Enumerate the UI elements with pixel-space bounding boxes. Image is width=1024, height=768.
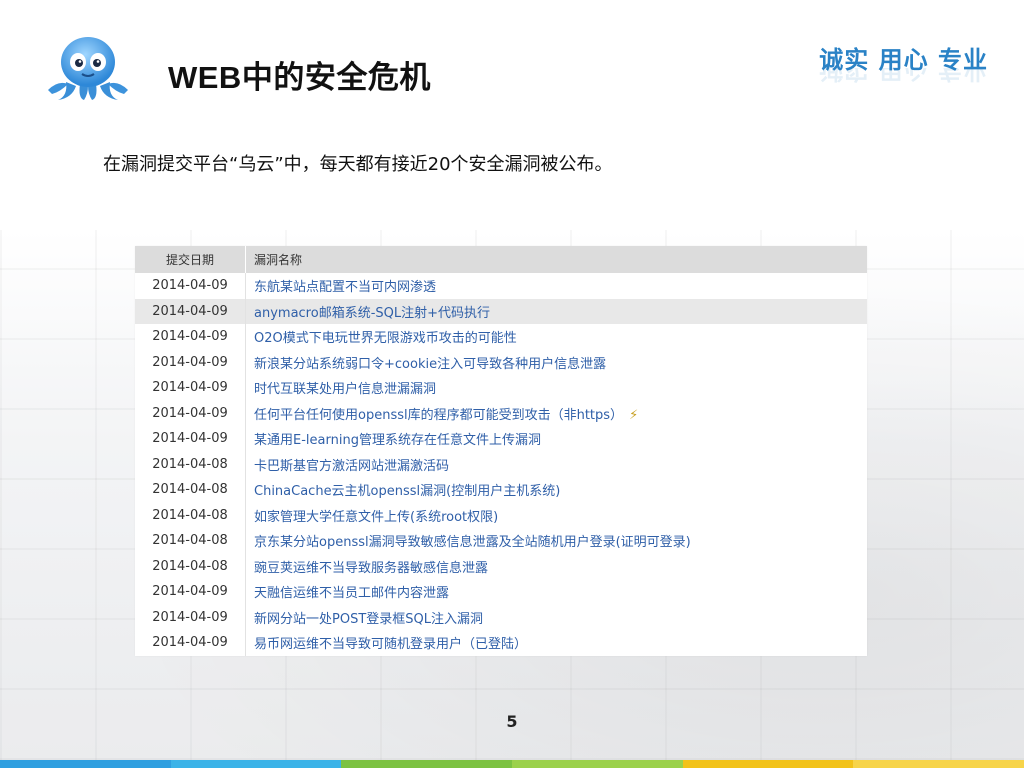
table-row: 2014-04-09 新浪某分站系统弱口令+cookie注入可导致各种用户信息泄露 — [135, 349, 868, 376]
vulnerability-link[interactable]: 豌豆荚运维不当导致服务器敏感信息泄露 — [246, 554, 868, 580]
vulnerability-title: 新浪某分站系统弱口令+cookie注入可导致各种用户信息泄露 — [254, 356, 607, 372]
vulnerability-title: 天融信运维不当员工邮件内容泄露 — [254, 586, 450, 602]
table-row: 2014-04-09 东航某站点配置不当可内网渗透 — [135, 273, 867, 299]
bottom-color-bar — [0, 760, 1024, 768]
page-title: WEB中的安全危机 — [168, 60, 431, 95]
vulnerability-table: 提交日期 漏洞名称 2014-04-09 东航某站点配置不当可内网渗透 2014-0… — [135, 246, 867, 656]
vulnerability-link[interactable]: 卡巴斯基官方激活网站泄漏激活码 — [246, 452, 868, 478]
vulnerability-title: 如家管理大学任意文件上传(系统root权限) — [254, 509, 499, 525]
row-date: 2014-04-08 — [135, 502, 246, 528]
table-row: 2014-04-09 anymacro邮箱系统-SQL注射+代码执行 — [135, 298, 867, 324]
vulnerability-title: 某通用E-learning管理系统存在任意文件上传漏洞 — [254, 433, 541, 449]
table-row: 2014-04-09 O2O模式下电玩世界无限游戏币攻击的可能性 — [135, 324, 867, 350]
vulnerability-link[interactable]: 时代互联某处用户信息泄漏漏洞 — [246, 375, 868, 401]
lightning-icon: ⚡ — [629, 407, 639, 423]
vulnerability-title: 豌豆荚运维不当导致服务器敏感信息泄露 — [254, 560, 489, 576]
table-row: 2014-04-08 京东某分站openssl漏洞导致敏感信息泄露及全站随机用户登… — [135, 528, 867, 554]
page-number: 5 — [506, 712, 518, 731]
row-date: 2014-04-09 — [135, 426, 246, 452]
vulnerability-title: 时代互联某处用户信息泄漏漏洞 — [254, 382, 437, 398]
vulnerability-link[interactable]: 新浪某分站系统弱口令+cookie注入可导致各种用户信息泄露 — [246, 350, 868, 376]
table-row: 2014-04-09 时代互联某处用户信息泄漏漏洞 — [135, 375, 867, 401]
bar-segment — [682, 760, 854, 768]
row-date: 2014-04-09 — [135, 324, 246, 350]
bar-segment — [170, 760, 342, 768]
column-header-date: 提交日期 — [135, 246, 246, 273]
row-date: 2014-04-09 — [135, 273, 246, 299]
vulnerability-title: 卡巴斯基官方激活网站泄漏激活码 — [254, 458, 450, 474]
vulnerability-title: 新网分站一处POST登录框SQL注入漏洞 — [254, 611, 483, 627]
table-row: 2014-04-08 卡巴斯基官方激活网站泄漏激活码 — [135, 451, 868, 478]
table-row: 2014-04-08 如家管理大学任意文件上传(系统root权限) — [135, 502, 868, 529]
description-text: 在漏洞提交平台“乌云”中，每天都有接近20个安全漏洞被公布。 — [103, 154, 613, 175]
vulnerability-title: 京东某分站openssl漏洞导致敏感信息泄露及全站随机用户登录(证明可登录) — [254, 535, 691, 551]
vulnerability-link[interactable]: 某通用E-learning管理系统存在任意文件上传漏洞 — [246, 426, 868, 452]
vulnerability-link[interactable]: 东航某站点配置不当可内网渗透 — [246, 273, 868, 299]
vulnerability-title: ChinaCache云主机openssl漏洞(控制用户主机系统) — [254, 484, 561, 500]
vulnerability-link[interactable]: 新网分站一处POST登录框SQL注入漏洞 — [246, 605, 868, 631]
row-date: 2014-04-08 — [135, 477, 246, 503]
vulnerability-title: O2O模式下电玩世界无限游戏币攻击的可能性 — [254, 331, 517, 347]
table-row: 2014-04-09 某通用E-learning管理系统存在任意文件上传漏洞 — [135, 426, 867, 452]
bar-segment — [512, 760, 683, 768]
vulnerability-link[interactable]: 如家管理大学任意文件上传(系统root权限) — [246, 503, 868, 529]
table-row: 2014-04-08 豌豆荚运维不当导致服务器敏感信息泄露 — [135, 553, 868, 580]
vulnerability-link[interactable]: 易币网运维不当导致可随机登录用户（已登陆） — [246, 630, 868, 656]
row-date: 2014-04-08 — [135, 528, 246, 554]
vulnerability-link[interactable]: anymacro邮箱系统-SQL注射+代码执行 — [245, 298, 867, 324]
vulnerability-link[interactable]: ChinaCache云主机openssl漏洞(控制用户主机系统) — [246, 477, 868, 503]
table-row: 2014-04-09 天融信运维不当员工邮件内容泄露 — [135, 579, 867, 605]
table-row: 2014-04-09 新网分站一处POST登录框SQL注入漏洞 — [135, 604, 868, 631]
vulnerability-title: 易币网运维不当导致可随机登录用户（已登陆） — [254, 637, 528, 653]
vulnerability-title: anymacro邮箱系统-SQL注射+代码执行 — [254, 305, 490, 321]
vulnerability-title: 任何平台任何使用openssl库的程序都可能受到攻击（非https） — [254, 407, 624, 423]
row-date: 2014-04-09 — [135, 604, 246, 630]
vulnerability-link[interactable]: O2O模式下电玩世界无限游戏币攻击的可能性 — [246, 324, 868, 350]
row-date: 2014-04-08 — [135, 451, 246, 477]
vulnerability-link[interactable]: 任何平台任何使用openssl库的程序都可能受到攻击（非https） ⚡ — [246, 401, 868, 427]
row-date: 2014-04-09 — [135, 349, 246, 375]
table-row: 2014-04-08 ChinaCache云主机openssl漏洞(控制用户主机系… — [135, 477, 867, 503]
vulnerability-title: 东航某站点配置不当可内网渗透 — [254, 280, 437, 296]
vulnerability-link[interactable]: 天融信运维不当员工邮件内容泄露 — [246, 579, 868, 605]
table-header-row: 提交日期 漏洞名称 — [135, 246, 867, 273]
bar-segment — [0, 760, 171, 768]
row-date: 2014-04-09 — [135, 630, 246, 656]
table-row: 2014-04-09 易币网运维不当导致可随机登录用户（已登陆） — [135, 630, 867, 656]
slogan-reflection: 诚实 用心 专业 — [819, 68, 988, 84]
column-header-name: 漏洞名称 — [245, 246, 867, 273]
octopus-mascot-icon — [48, 37, 128, 100]
bar-segment — [341, 760, 513, 768]
bar-segment — [853, 760, 1024, 768]
row-date: 2014-04-09 — [135, 298, 246, 324]
row-date: 2014-04-08 — [135, 553, 246, 579]
table-row: 2014-04-09 任何平台任何使用openssl库的程序都可能受到攻击（非ht… — [135, 400, 868, 427]
row-date: 2014-04-09 — [135, 375, 246, 401]
row-date: 2014-04-09 — [135, 400, 246, 426]
vulnerability-link[interactable]: 京东某分站openssl漏洞导致敏感信息泄露及全站随机用户登录(证明可登录) — [246, 528, 868, 554]
row-date: 2014-04-09 — [135, 579, 246, 605]
